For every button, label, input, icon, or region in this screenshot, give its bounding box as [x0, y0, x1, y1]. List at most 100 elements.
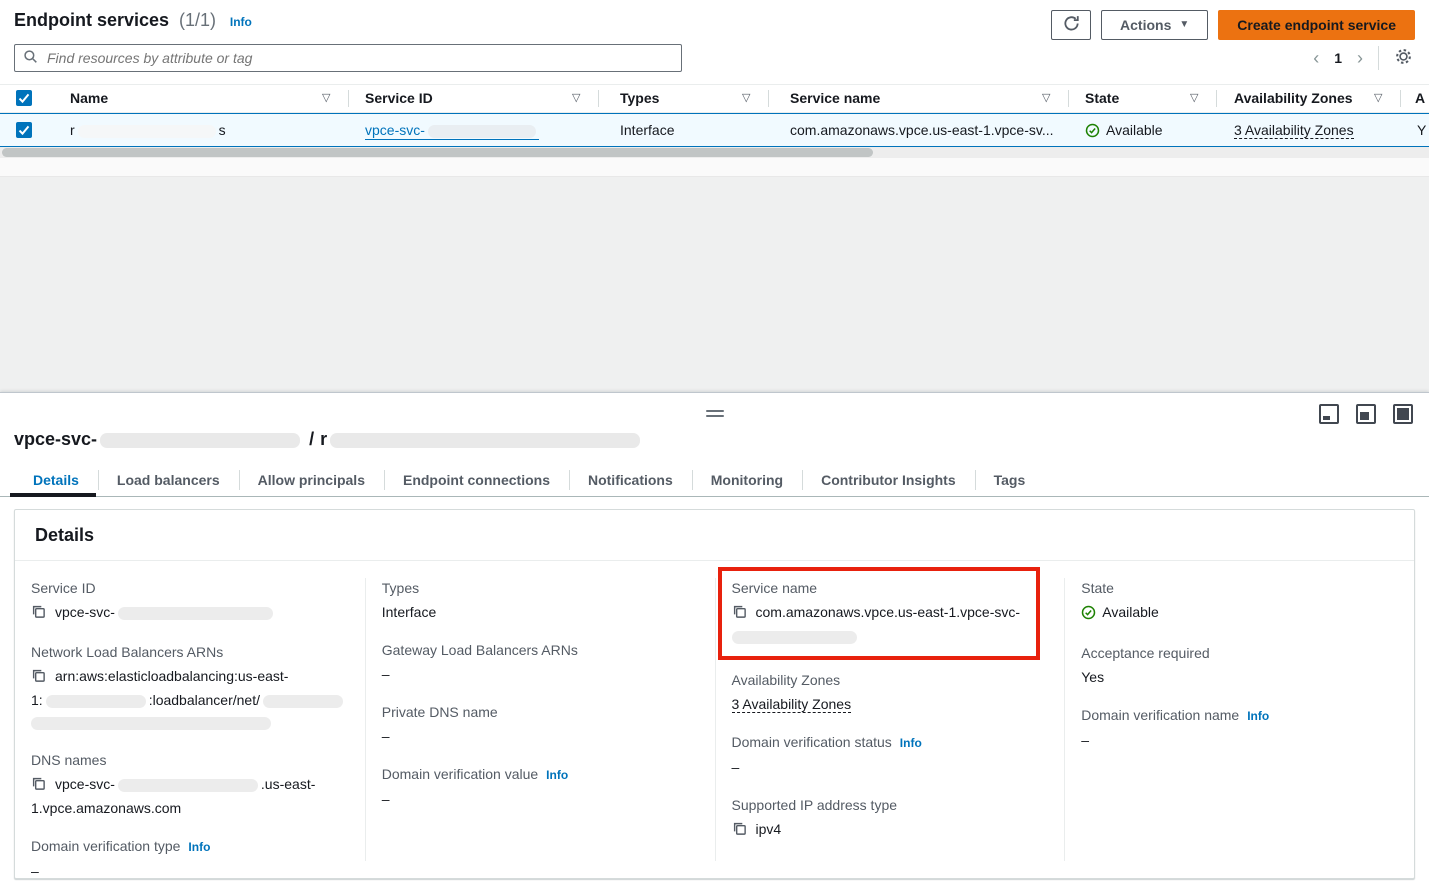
col-state[interactable]: State: [1085, 85, 1119, 112]
col-types[interactable]: Types: [620, 85, 659, 112]
column-divider: [1216, 90, 1217, 107]
service-id-link[interactable]: vpce-svc-: [365, 122, 539, 140]
redacted-block: [263, 695, 343, 708]
details-column-3: Service name com.amazonaws.vpce.us-east-…: [715, 578, 1065, 861]
col-acceptance-partial[interactable]: A: [1415, 85, 1425, 112]
panel-tabs: Details Load balancers Allow principals …: [0, 464, 1429, 497]
details-heading: Details: [15, 510, 1414, 561]
sort-icon[interactable]: ▽: [1042, 85, 1050, 112]
sort-icon[interactable]: ▽: [742, 85, 750, 112]
select-all-checkbox[interactable]: [16, 90, 32, 106]
table-row[interactable]: rs vpce-svc- Interface com.amazonaws.vpc…: [0, 113, 1429, 147]
redacted-block: [330, 433, 640, 448]
details-card: Details Service ID vpce-svc- Network Loa…: [14, 509, 1415, 879]
details-column-2: Types Interface Gateway Load Balancers A…: [365, 578, 715, 861]
tab-notifications[interactable]: Notifications: [569, 464, 692, 496]
scrollbar-thumb[interactable]: [2, 148, 873, 157]
field-domain-verification-name: Domain verification nameInfo –: [1081, 705, 1400, 751]
pagination: ‹ 1 ›: [1313, 45, 1413, 71]
copy-icon[interactable]: [31, 775, 46, 797]
chevron-down-icon: ▼: [1179, 20, 1189, 30]
redacted-block: [78, 125, 216, 138]
check-circle-icon: [1085, 125, 1100, 141]
page-title: Endpoint services: [14, 10, 169, 30]
redacted-block: [31, 717, 271, 730]
tab-contributor-insights[interactable]: Contributor Insights: [802, 464, 975, 496]
tab-load-balancers[interactable]: Load balancers: [98, 464, 239, 496]
drag-handle-icon[interactable]: [706, 410, 724, 420]
row-state: Available: [1085, 114, 1163, 149]
check-circle-icon: [1081, 607, 1096, 623]
service-name-highlight: Service name com.amazonaws.vpce.us-east-…: [718, 567, 1041, 660]
split-panel: vpce-svc-/r Details Load balancers Allow…: [0, 392, 1429, 887]
field-types: Types Interface: [382, 578, 701, 623]
pagination-next-button[interactable]: ›: [1357, 45, 1363, 71]
panel-size-large-button[interactable]: [1393, 404, 1413, 424]
tab-tags[interactable]: Tags: [975, 464, 1045, 496]
field-supported-ip-address-type: Supported IP address type ipv4: [732, 795, 1051, 842]
row-service-id-cell: vpce-svc-: [365, 114, 539, 146]
search-icon: [23, 49, 38, 67]
search-box[interactable]: [14, 44, 682, 72]
field-private-dns-name: Private DNS name –: [382, 702, 701, 747]
col-service-name[interactable]: Service name: [790, 85, 880, 112]
sort-icon[interactable]: ▽: [1374, 85, 1382, 112]
sort-icon[interactable]: ▽: [572, 85, 580, 112]
field-dns-names: DNS names vpce-svc-.us-east- 1.vpce.amaz…: [31, 750, 351, 819]
panel-size-small-button[interactable]: [1319, 404, 1339, 424]
tab-monitoring[interactable]: Monitoring: [692, 464, 802, 496]
field-domain-verification-status: Domain verification statusInfo –: [732, 732, 1051, 778]
col-service-id[interactable]: Service ID: [365, 85, 433, 112]
result-count: (1/1): [179, 10, 216, 30]
field-availability-zones: Availability Zones 3 Availability Zones: [732, 670, 1051, 715]
info-link[interactable]: Info: [900, 736, 922, 750]
field-domain-verification-type: Domain verification typeInfo –: [31, 836, 351, 882]
sort-icon[interactable]: ▽: [1190, 85, 1198, 112]
redacted-block: [100, 433, 300, 448]
table-footer-strip: [0, 158, 1429, 177]
info-link[interactable]: Info: [1247, 709, 1269, 723]
refresh-button[interactable]: [1051, 10, 1091, 40]
panel-title: vpce-svc-/r: [14, 429, 643, 450]
row-checkbox[interactable]: [16, 122, 32, 138]
endpoint-services-page: Endpoint services (1/1) Info Actions ▼ C…: [0, 0, 1429, 886]
copy-icon[interactable]: [31, 603, 46, 625]
info-link[interactable]: Info: [546, 768, 568, 782]
field-nlb-arns: Network Load Balancers ARNs arn:aws:elas…: [31, 642, 351, 733]
settings-button[interactable]: [1394, 47, 1413, 69]
search-row: ‹ 1 ›: [14, 44, 1415, 72]
copy-icon[interactable]: [732, 603, 747, 625]
row-availability-zones: 3 Availability Zones: [1234, 114, 1354, 146]
copy-icon[interactable]: [31, 667, 46, 689]
redacted-block: [118, 779, 258, 792]
field-domain-verification-value: Domain verification valueInfo –: [382, 764, 701, 810]
field-gateway-lb-arns: Gateway Load Balancers ARNs –: [382, 640, 701, 685]
col-name[interactable]: Name: [70, 85, 108, 112]
tab-allow-principals[interactable]: Allow principals: [239, 464, 384, 496]
availability-zones-popover-link[interactable]: 3 Availability Zones: [732, 696, 852, 713]
create-endpoint-service-button[interactable]: Create endpoint service: [1218, 10, 1415, 40]
redacted-block: [428, 125, 536, 138]
background-gap: [0, 177, 1429, 392]
field-service-id: Service ID vpce-svc-: [31, 578, 351, 625]
col-availability-zones[interactable]: Availability Zones: [1234, 85, 1353, 112]
redacted-block: [118, 607, 273, 620]
horizontal-scrollbar[interactable]: [0, 147, 1429, 158]
details-column-1: Service ID vpce-svc- Network Load Balanc…: [15, 578, 365, 861]
redacted-block: [732, 631, 857, 644]
panel-size-medium-button[interactable]: [1356, 404, 1376, 424]
column-divider: [768, 90, 769, 107]
tab-details[interactable]: Details: [14, 464, 98, 496]
refresh-icon: [1063, 15, 1080, 35]
pagination-prev-button[interactable]: ‹: [1313, 45, 1319, 71]
info-link[interactable]: Info: [188, 840, 210, 854]
tab-endpoint-connections[interactable]: Endpoint connections: [384, 464, 569, 496]
sort-icon[interactable]: ▽: [322, 85, 330, 112]
actions-button[interactable]: Actions ▼: [1101, 10, 1208, 40]
availability-zones-popover-link[interactable]: 3 Availability Zones: [1234, 122, 1354, 139]
field-state: State Available: [1081, 578, 1400, 626]
copy-icon[interactable]: [732, 820, 747, 842]
redacted-block: [46, 695, 146, 708]
header-info-link[interactable]: Info: [230, 15, 252, 29]
search-input[interactable]: [45, 49, 673, 67]
